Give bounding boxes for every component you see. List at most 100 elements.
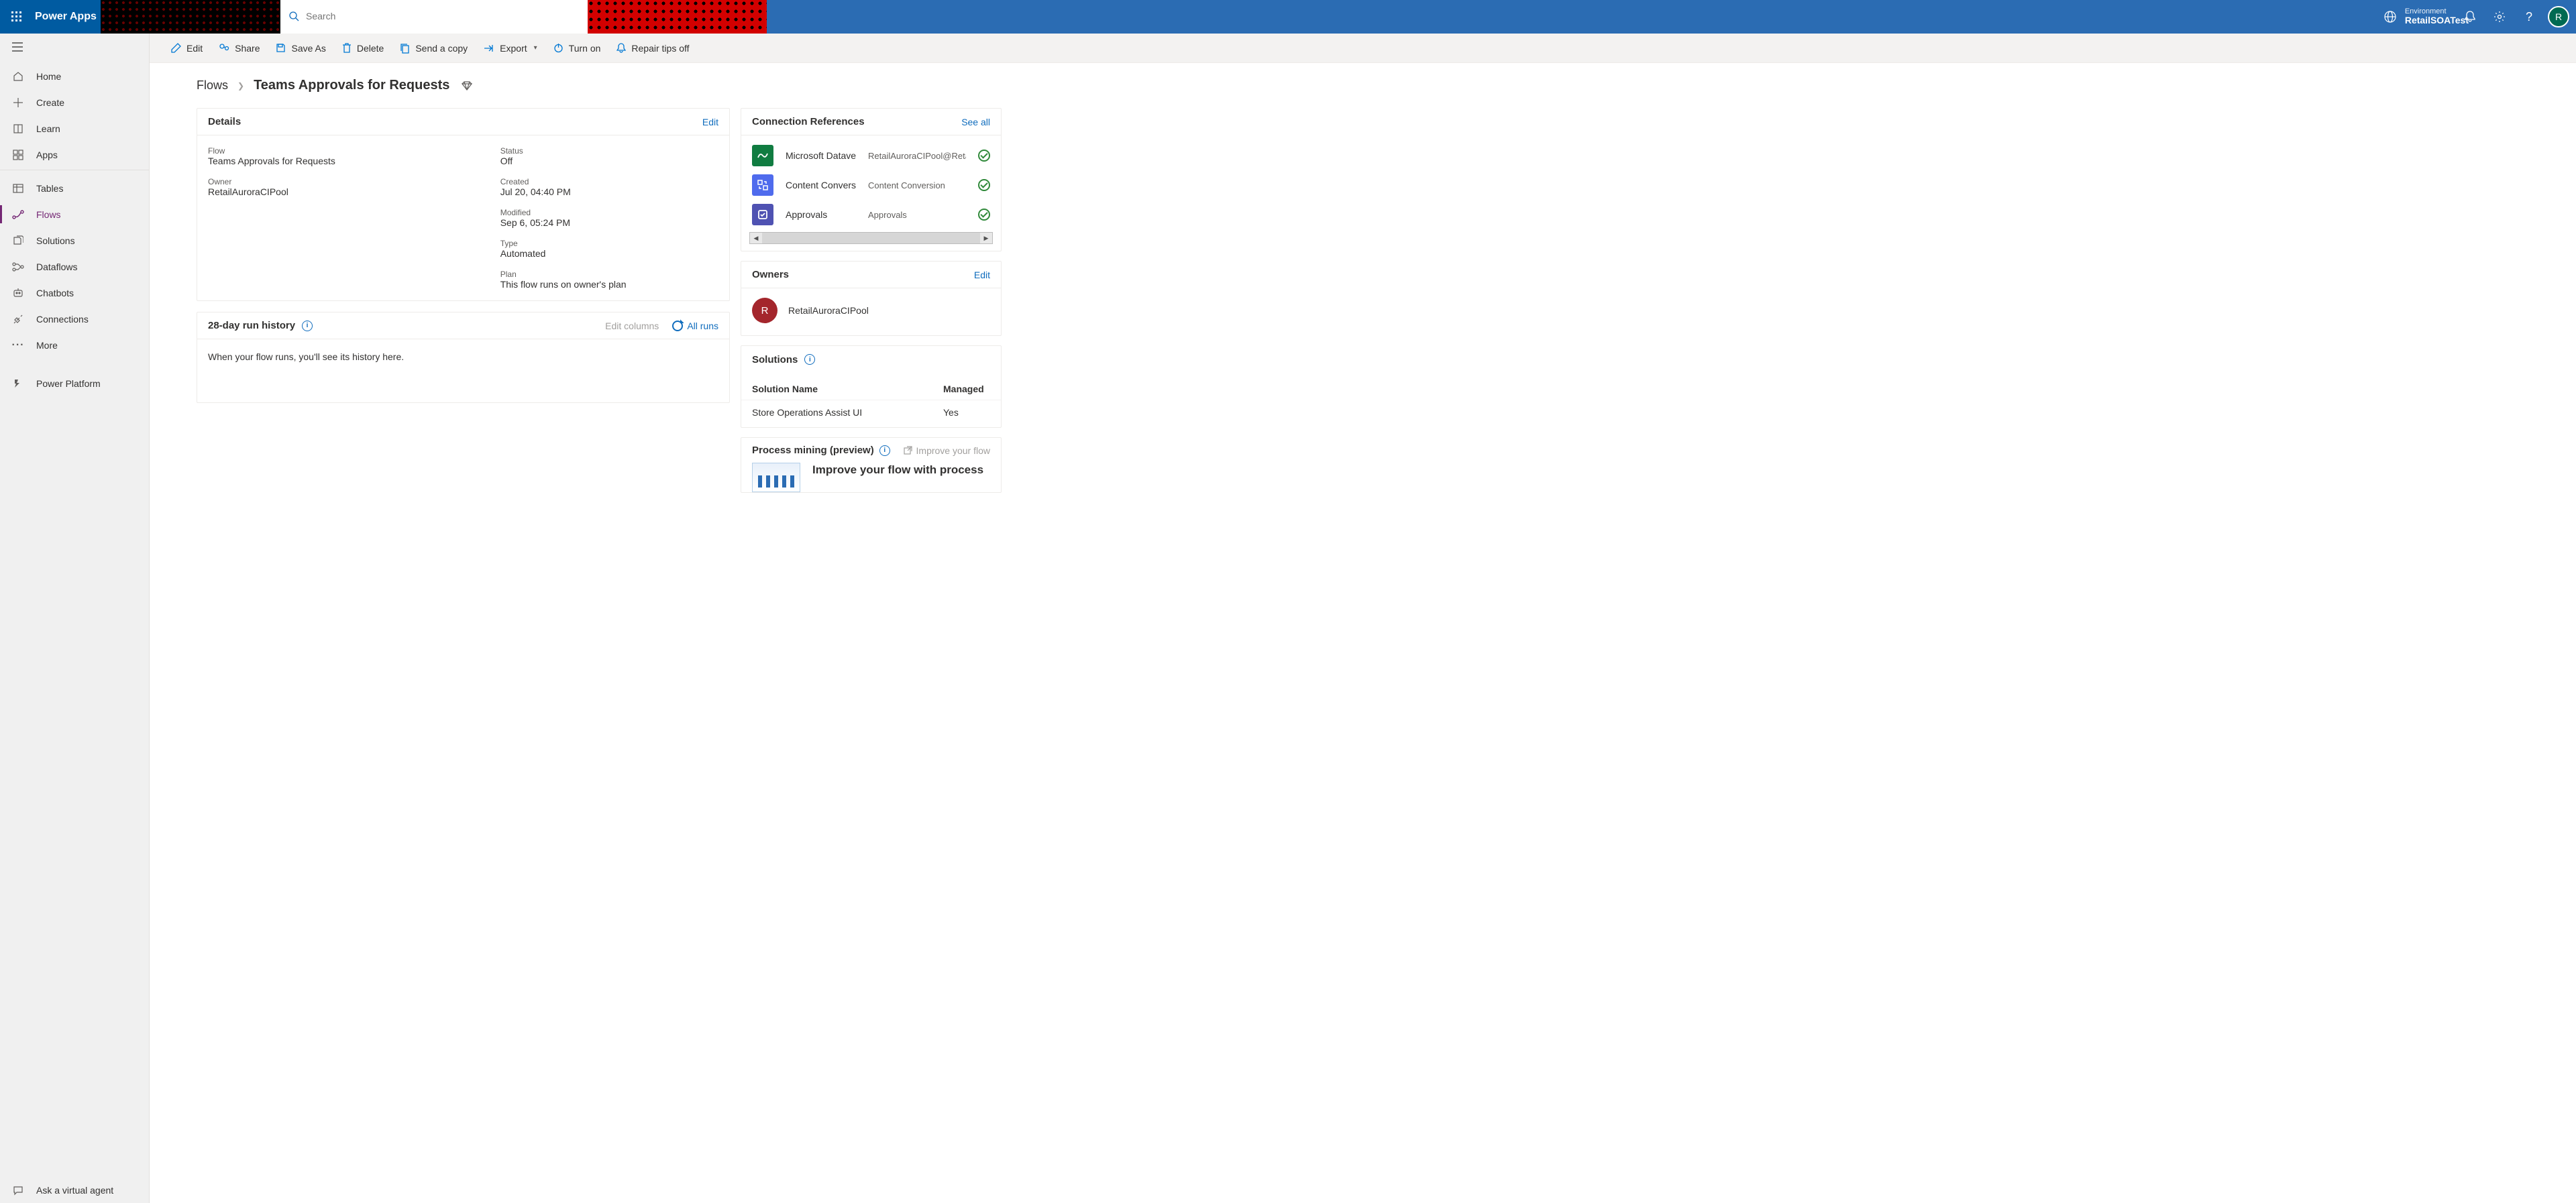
process-mining-title: Process mining (preview) <box>752 445 874 456</box>
connection-row[interactable]: Approvals Approvals <box>741 200 1001 229</box>
nav-home[interactable]: Home <box>0 63 149 89</box>
cmd-export[interactable]: Export▾ <box>476 34 545 62</box>
solution-managed: Yes <box>943 407 990 418</box>
breadcrumb: Flows ❯ Teams Approvals for Requests <box>197 78 2542 93</box>
cmd-send-copy[interactable]: Send a copy <box>392 34 476 62</box>
cmd-share[interactable]: Share <box>211 34 268 62</box>
table-icon <box>12 183 24 194</box>
nav-solutions[interactable]: Solutions <box>0 227 149 253</box>
nav-label: More <box>36 340 58 351</box>
connections-see-all[interactable]: See all <box>961 117 990 127</box>
nav-label: Create <box>36 97 64 108</box>
nav-more[interactable]: ··· More <box>0 332 149 358</box>
app-launcher-button[interactable] <box>0 0 34 34</box>
owners-edit-link[interactable]: Edit <box>974 270 990 280</box>
main-panel: Edit Share Save As Delete Send a copy Ex… <box>150 34 2576 1203</box>
nav-connections[interactable]: Connections <box>0 306 149 332</box>
edit-columns-link[interactable]: Edit columns <box>605 321 659 331</box>
scroll-track[interactable] <box>762 233 980 243</box>
bell-off-icon <box>616 43 626 54</box>
connections-title: Connection References <box>752 116 865 127</box>
improve-flow-link[interactable]: Improve your flow <box>904 445 990 456</box>
history-empty-text: When your flow runs, you'll see its hist… <box>197 339 729 402</box>
account-avatar[interactable]: R <box>2548 6 2569 27</box>
details-edit-link[interactable]: Edit <box>702 117 718 127</box>
horizontal-scrollbar[interactable]: ◀ ▶ <box>749 232 993 244</box>
flow-value: Teams Approvals for Requests <box>208 156 474 166</box>
nav-power-platform[interactable]: Power Platform <box>0 370 149 396</box>
nav-label: Power Platform <box>36 378 101 389</box>
cmd-delete[interactable]: Delete <box>334 34 392 62</box>
nav-label: Dataflows <box>36 262 77 272</box>
scroll-left-icon[interactable]: ◀ <box>750 233 762 243</box>
flow-label: Flow <box>208 146 474 156</box>
modified-value: Sep 6, 05:24 PM <box>500 217 627 228</box>
connection-row[interactable]: Microsoft Dataverse RetailAuroraCIPool@R… <box>741 141 1001 170</box>
owner-avatar: R <box>752 298 777 323</box>
info-icon[interactable]: i <box>879 445 890 456</box>
details-title: Details <box>208 116 241 127</box>
breadcrumb-root[interactable]: Flows <box>197 78 228 93</box>
details-card: Details Edit FlowTeams Approvals for Req… <box>197 108 730 301</box>
nav-chatbots[interactable]: Chatbots <box>0 280 149 306</box>
environment-picker[interactable]: Environment RetailSOATest <box>2383 7 2469 25</box>
cmd-edit[interactable]: Edit <box>163 34 211 62</box>
nav-label: Flows <box>36 209 61 220</box>
nav-ask-agent[interactable]: Ask a virtual agent <box>0 1177 149 1203</box>
search-icon <box>288 11 299 21</box>
global-search[interactable] <box>280 5 588 27</box>
all-runs-link[interactable]: All runs <box>687 321 718 331</box>
nav-label: Apps <box>36 150 58 160</box>
nav-flows[interactable]: Flows <box>0 201 149 227</box>
content-scroll[interactable]: Flows ❯ Teams Approvals for Requests Det… <box>150 63 2576 1203</box>
more-icon: ··· <box>12 339 24 351</box>
open-icon <box>904 446 912 455</box>
command-bar: Edit Share Save As Delete Send a copy Ex… <box>150 34 2576 63</box>
nav-collapse-button[interactable] <box>0 34 149 60</box>
connection-row[interactable]: Content Conversion Content Conversion <box>741 170 1001 200</box>
decorative-band-red <box>588 0 767 34</box>
cmd-repair-tips-off[interactable]: Repair tips off <box>608 34 697 62</box>
status-label: Status <box>500 146 627 156</box>
nav-label: Chatbots <box>36 288 74 298</box>
nav-dataflows[interactable]: Dataflows <box>0 253 149 280</box>
nav-label: Solutions <box>36 235 75 246</box>
connection-name: Approvals <box>786 209 856 220</box>
nav-apps[interactable]: Apps <box>0 141 149 168</box>
left-nav: Home Create Learn Apps Tables Flows Solu… <box>0 34 150 1203</box>
owner-name: RetailAuroraCIPool <box>788 305 869 316</box>
solutions-title: Solutions <box>752 354 798 365</box>
connection-value: RetailAuroraCIPool@RetailCPO <box>868 151 966 161</box>
apps-icon <box>12 150 24 160</box>
share-icon <box>219 43 229 53</box>
created-label: Created <box>500 177 627 186</box>
book-icon <box>12 123 24 134</box>
chevron-down-icon: ▾ <box>534 44 537 52</box>
scroll-right-icon[interactable]: ▶ <box>980 233 992 243</box>
process-mining-card: Process mining (preview) i Improve your … <box>741 437 1002 493</box>
chatbot-icon <box>12 288 24 298</box>
solution-row[interactable]: Store Operations Assist UI Yes <box>741 400 1001 419</box>
chevron-right-icon: ❯ <box>237 81 244 91</box>
hamburger-icon <box>12 42 23 52</box>
notifications-button[interactable] <box>2457 0 2483 34</box>
export-icon <box>484 44 494 53</box>
connection-value: Approvals <box>868 210 966 220</box>
info-icon[interactable]: i <box>302 321 313 331</box>
globe-icon <box>2383 10 2397 23</box>
decorative-band-black <box>101 0 280 34</box>
nav-learn[interactable]: Learn <box>0 115 149 141</box>
modified-label: Modified <box>500 208 627 217</box>
search-input[interactable] <box>306 11 580 21</box>
info-icon[interactable]: i <box>804 354 815 365</box>
brand-title[interactable]: Power Apps <box>35 11 97 23</box>
cmd-turn-on[interactable]: Turn on <box>545 34 609 62</box>
refresh-icon[interactable] <box>672 321 683 331</box>
settings-button[interactable] <box>2486 0 2513 34</box>
nav-tables[interactable]: Tables <box>0 175 149 201</box>
top-right-actions: ? R <box>2457 0 2569 34</box>
bell-icon <box>2465 11 2475 23</box>
nav-create[interactable]: Create <box>0 89 149 115</box>
help-button[interactable]: ? <box>2516 0 2542 34</box>
cmd-save-as[interactable]: Save As <box>268 34 333 62</box>
